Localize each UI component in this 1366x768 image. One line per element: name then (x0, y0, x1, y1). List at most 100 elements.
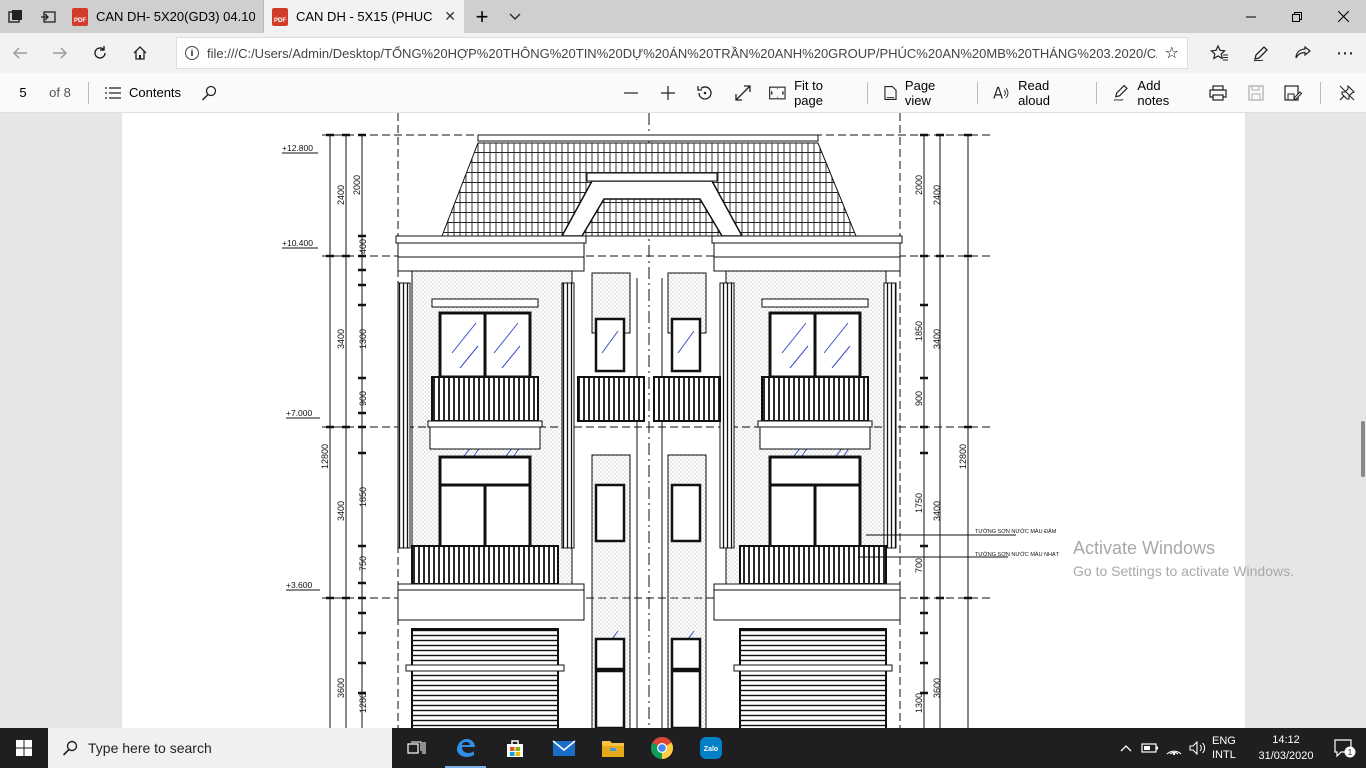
dim-label: 2400 (336, 185, 346, 205)
set-tabs-aside-icon[interactable] (32, 0, 64, 33)
input-language-indicator[interactable]: ENG INTL (1210, 734, 1248, 762)
page-view-icon (884, 85, 897, 101)
refresh-button[interactable] (80, 33, 120, 73)
close-tab-icon[interactable]: ✕ (444, 8, 456, 25)
start-button[interactable] (0, 728, 48, 768)
dim-label: 1750 (914, 493, 924, 513)
taskbar: Type here to search Zalo ENG INTL 14:12 … (0, 728, 1366, 768)
dim-label: 1280 (358, 693, 368, 713)
clock-time: 14:12 (1272, 734, 1300, 746)
add-notes-label: Add notes (1137, 78, 1170, 108)
edge-browser-icon[interactable] (441, 728, 490, 768)
pdf-file-icon: PDF (72, 7, 88, 26)
list-icon (105, 86, 121, 99)
favorite-star-icon[interactable]: ☆ (1165, 43, 1179, 63)
dim-label: 3400 (932, 501, 942, 521)
dim-label: 12800 (320, 444, 330, 469)
keyboard-layout: INTL (1212, 749, 1236, 761)
action-center-icon[interactable]: 1 (1324, 738, 1366, 758)
chrome-icon[interactable] (637, 728, 686, 768)
page-number-input[interactable]: 5 (6, 79, 40, 107)
info-icon[interactable]: i (185, 46, 199, 60)
full-screen-icon[interactable] (724, 73, 761, 113)
tab-can-dh-5x15[interactable]: PDF CAN DH - 5X15 (PHUC . ✕ (264, 0, 464, 33)
taskbar-search-input[interactable]: Type here to search (48, 728, 392, 768)
minimize-button[interactable] (1228, 0, 1274, 33)
tab-preview-chevron-icon[interactable] (500, 0, 530, 33)
watermark-title: Activate Windows (1073, 538, 1216, 558)
level-label: +3.600 (286, 580, 313, 590)
dim-label: 900 (914, 391, 924, 406)
vertical-scrollbar[interactable] (1361, 421, 1365, 477)
pdf-page: +12.800 +10.400 +7.000 +3.600 2400 3400 … (122, 113, 1245, 728)
divider (88, 81, 89, 104)
pdf-file-icon: PDF (272, 7, 288, 26)
wifi-icon[interactable] (1162, 728, 1186, 768)
tab-actions-icon[interactable] (0, 0, 32, 33)
read-aloud-icon (993, 86, 1009, 99)
contents-label: Contents (129, 85, 182, 100)
fit-to-page-button[interactable]: Fit to page (761, 73, 859, 113)
pin-toolbar-icon[interactable] (1329, 73, 1366, 113)
dim-label: 2000 (914, 175, 924, 195)
volume-icon[interactable] (1186, 728, 1210, 768)
forward-button[interactable] (40, 33, 80, 73)
restore-button[interactable] (1274, 0, 1320, 33)
divider (1095, 82, 1097, 104)
more-options-icon[interactable]: ⋯ (1324, 33, 1366, 73)
print-icon[interactable] (1200, 73, 1237, 113)
home-button[interactable] (120, 33, 160, 73)
divider (1319, 82, 1321, 104)
contents-button[interactable]: Contents (97, 73, 189, 113)
tab-can-dh-5x20[interactable]: PDF CAN DH- 5X20(GD3) 04.10.p (64, 0, 264, 33)
microsoft-store-icon[interactable] (490, 728, 539, 768)
close-window-button[interactable] (1320, 0, 1366, 33)
roof (441, 134, 857, 237)
dim-label: 3600 (932, 678, 942, 698)
save-as-icon[interactable] (1274, 73, 1311, 113)
dim-label: 3400 (336, 501, 346, 521)
dim-label: 3400 (336, 329, 346, 349)
fit-to-page-label: Fit to page (794, 78, 823, 108)
back-button[interactable] (0, 33, 40, 73)
add-notes-button[interactable]: Add notes (1105, 73, 1200, 113)
clock-date: 31/03/2020 (1258, 750, 1314, 762)
divider (976, 82, 978, 104)
dim-label: 1850 (358, 487, 368, 507)
file-explorer-icon[interactable] (588, 728, 637, 768)
url-text[interactable]: file:///C:/Users/Admin/Desktop/TỔNG%20HỢ… (207, 46, 1157, 61)
dim-label: 400 (358, 239, 368, 254)
battery-icon[interactable] (1138, 728, 1162, 768)
share-icon[interactable] (1282, 33, 1324, 73)
dim-label: 3400 (932, 329, 942, 349)
note-dark-wall: TƯỜNG SƠN NƯỚC MÀU ĐẬM (975, 528, 1057, 535)
level-labels: +12.800 +10.400 +7.000 +3.600 (282, 143, 320, 591)
document-viewer[interactable]: +12.800 +10.400 +7.000 +3.600 2400 3400 … (0, 113, 1366, 728)
dim-label: 12800 (958, 444, 968, 469)
dim-label: 1850 (914, 321, 924, 341)
pen-notes-icon[interactable] (1240, 33, 1282, 73)
show-hidden-icons-chevron-icon[interactable] (1114, 728, 1138, 768)
zoom-out-icon[interactable] (612, 73, 649, 113)
dim-label: 1300 (358, 329, 368, 349)
mail-icon[interactable] (539, 728, 588, 768)
search-icon[interactable] (189, 73, 229, 113)
page-view-button[interactable]: Page view (876, 73, 969, 113)
language-code: ENG (1212, 735, 1236, 747)
save-icon[interactable] (1237, 73, 1274, 113)
zalo-icon[interactable]: Zalo (686, 728, 735, 768)
url-field[interactable]: i file:///C:/Users/Admin/Desktop/TỔNG%20… (176, 37, 1188, 69)
rotate-icon[interactable] (687, 73, 724, 113)
task-view-icon[interactable] (392, 728, 441, 768)
clock[interactable]: 14:12 31/03/2020 (1248, 732, 1324, 764)
favorites-icon[interactable] (1198, 33, 1240, 73)
elevation-drawing: +12.800 +10.400 +7.000 +3.600 2400 3400 … (282, 113, 1060, 728)
activate-windows-watermark: Activate Windows Go to Settings to activ… (1073, 538, 1294, 579)
read-aloud-button[interactable]: Read aloud (985, 73, 1087, 113)
tab-bar: PDF CAN DH- 5X20(GD3) 04.10.p PDF CAN DH… (0, 0, 1366, 33)
zoom-in-icon[interactable] (649, 73, 686, 113)
new-tab-button[interactable]: + (464, 0, 500, 33)
dim-label: 3600 (336, 678, 346, 698)
note-light-wall: TƯỜNG SƠN NƯỚC MÀU NHẠT (975, 551, 1060, 558)
windows-logo-icon (16, 740, 32, 756)
